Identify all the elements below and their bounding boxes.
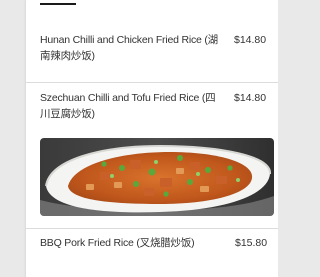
item-name: Hunan Chilli and Chicken Fried Rice (湖南辣… [40,34,218,62]
menu-item-szechuan-chilli-tofu[interactable]: Szechuan Chilli and Tofu Fried Rice (四川豆… [26,90,278,130]
menu-item-bbq-pork[interactable]: BBQ Pork Fried Rice (叉烧腊炒饭) $15.80 [26,235,278,255]
item-name: BBQ Pork Fried Rice (叉烧腊炒饭) [40,237,195,249]
item-price: $15.80 [235,237,268,249]
fried-rice-image [40,138,274,216]
top-rule [40,3,76,5]
divider [26,228,278,229]
item-price: $14.80 [234,92,267,104]
food-photo[interactable] [40,138,274,216]
menu-item-hunan-chilli-chicken[interactable]: Hunan Chilli and Chicken Fried Rice (湖南辣… [26,32,278,72]
menu-page: Hunan Chilli and Chicken Fried Rice (湖南辣… [0,0,278,277]
item-price: $14.80 [234,34,267,46]
item-name: Szechuan Chilli and Tofu Fried Rice (四川豆… [40,92,216,120]
divider [26,82,278,83]
